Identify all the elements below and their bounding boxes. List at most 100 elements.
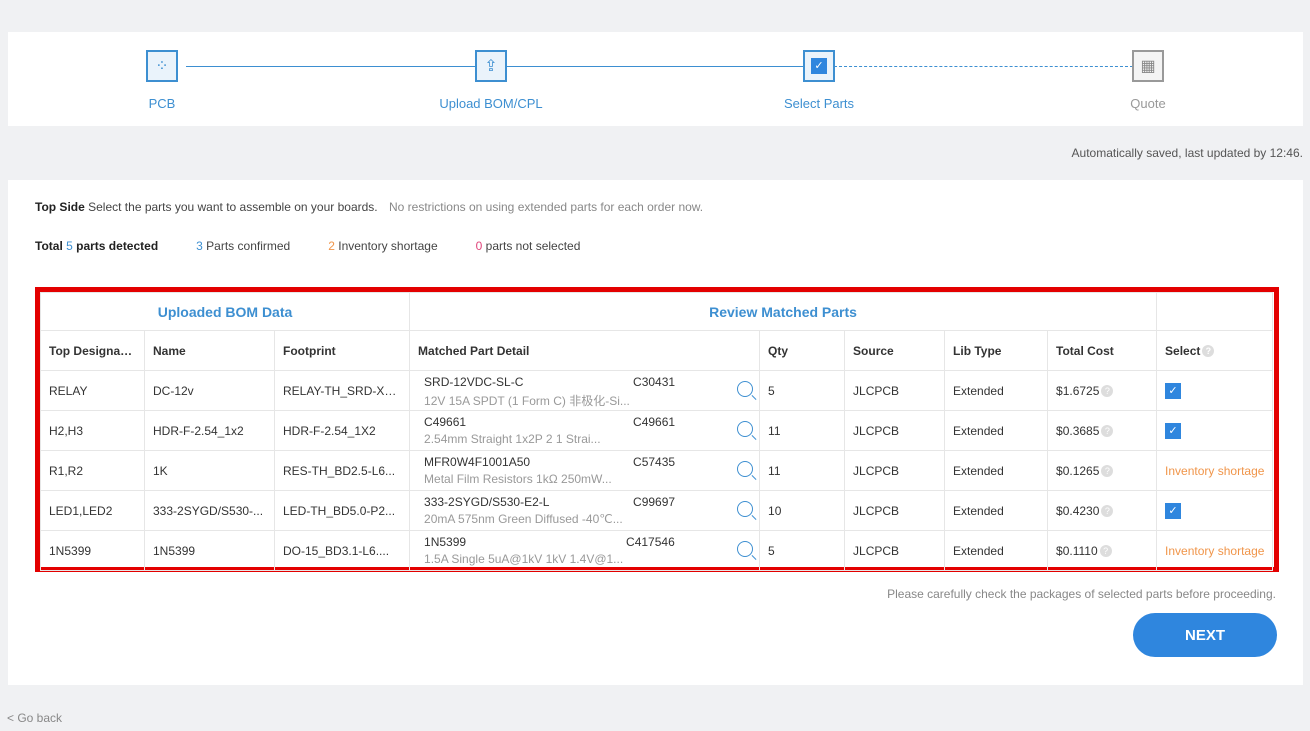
source: JLCPCB bbox=[844, 450, 946, 491]
step-upload[interactable]: ⇪ Upload BOM/CPL bbox=[411, 50, 571, 111]
source: JLCPCB bbox=[844, 490, 946, 531]
designator: 1N5399 bbox=[40, 530, 145, 571]
footprint: DO-15_BD3.1-L6.... bbox=[273, 530, 411, 571]
part-code: C99697 bbox=[633, 495, 676, 509]
part-number[interactable]: 1N5399 bbox=[424, 535, 466, 549]
total-cost: $1.6725? bbox=[1047, 370, 1158, 411]
part-number[interactable]: SRD-12VDC-SL-C bbox=[424, 375, 523, 389]
table-row: R1,R2 1K RES-TH_BD2.5-L6... MFR0W4F1001A50 C… bbox=[40, 450, 1274, 491]
help-icon[interactable]: ? bbox=[1101, 464, 1114, 477]
calculator-icon: ▦ bbox=[1132, 50, 1164, 82]
step-pcb[interactable]: ⁘ PCB bbox=[82, 50, 242, 111]
part-description: 2.54mm Straight 1x2P 2 1 Strai... bbox=[424, 432, 601, 446]
lib-type: Extended bbox=[944, 450, 1049, 491]
stat-confirmed: 3 Parts confirmed bbox=[196, 239, 291, 253]
part-description: Metal Film Resistors 1kΩ 250mW... bbox=[424, 472, 612, 486]
step-select-parts: ✓ Select Parts bbox=[739, 50, 899, 111]
select-cell: Inventory shortage bbox=[1156, 530, 1274, 571]
upload-icon: ⇪ bbox=[475, 50, 507, 82]
column-header: Matched Part Detail bbox=[409, 330, 761, 371]
parts-table: Uploaded BOM Data Review Matched Parts T… bbox=[39, 292, 1274, 571]
part-number[interactable]: 333-2SYGD/S530-E2-L bbox=[424, 495, 549, 509]
part-description: 20mA 575nm Green Diffused -40℃... bbox=[424, 512, 623, 526]
group-header-matched: Review Matched Parts bbox=[409, 292, 1158, 331]
check-note: Please carefully check the packages of s… bbox=[887, 587, 1276, 601]
select-cell: ✓ bbox=[1156, 410, 1274, 451]
help-icon[interactable]: ? bbox=[1101, 504, 1114, 517]
next-button[interactable]: NEXT bbox=[1133, 613, 1277, 657]
matched-part-detail: 333-2SYGD/S530-E2-L C99697 20mA 575nm Gree… bbox=[409, 490, 761, 531]
matched-part-detail: 1N5399 C417546 1.5A Single 5uA@1kV 1kV 1.4… bbox=[409, 530, 761, 571]
column-header: Total Cost bbox=[1047, 330, 1158, 371]
intro: Top Side Select the parts you want to as… bbox=[35, 200, 703, 214]
column-header: Footprint bbox=[273, 330, 411, 371]
table-row: 1N5399 1N5399 DO-15_BD3.1-L6.... 1N5399 C417… bbox=[40, 530, 1274, 571]
chip-check-icon: ✓ bbox=[803, 50, 835, 82]
source: JLCPCB bbox=[844, 370, 946, 411]
designator: H2,H3 bbox=[40, 410, 145, 451]
matched-part-detail: C49661 C49661 2.54mm Straight 1x2P 2 1 Str… bbox=[409, 410, 761, 451]
search-icon[interactable] bbox=[737, 501, 754, 517]
table-row: H2,H3 HDR-F-2.54_1x2 HDR-F-2.54_1X2 C49661 C… bbox=[40, 410, 1274, 451]
column-header: Select? bbox=[1156, 330, 1274, 371]
select-checkbox[interactable]: ✓ bbox=[1165, 502, 1182, 519]
total-cost: $0.1110? bbox=[1047, 530, 1158, 571]
table-row: LED1,LED2 333-2SYGD/S530-... LED-TH_BD5.0-… bbox=[40, 490, 1274, 531]
notice-text: No restrictions on using extended parts … bbox=[388, 200, 704, 214]
step-label: PCB bbox=[148, 96, 176, 111]
step-label: Select Parts bbox=[783, 96, 855, 111]
column-header: Name bbox=[144, 330, 275, 371]
designator: LED1,LED2 bbox=[40, 490, 145, 531]
source: JLCPCB bbox=[844, 410, 946, 451]
part-code: C417546 bbox=[626, 535, 675, 549]
qty: 5 bbox=[759, 370, 846, 411]
help-icon[interactable]: ? bbox=[1101, 424, 1114, 437]
lib-type: Extended bbox=[944, 370, 1049, 411]
select-checkbox[interactable]: ✓ bbox=[1165, 382, 1182, 399]
parts-panel: Top Side Select the parts you want to as… bbox=[8, 180, 1303, 685]
help-icon[interactable]: ? bbox=[1202, 344, 1215, 357]
footprint: LED-TH_BD5.0-P2... bbox=[273, 490, 411, 531]
qty: 11 bbox=[759, 450, 846, 491]
go-back-link[interactable]: < Go back bbox=[7, 711, 62, 725]
part-number[interactable]: C49661 bbox=[424, 415, 466, 429]
source: JLCPCB bbox=[844, 530, 946, 571]
name: 1N5399 bbox=[144, 530, 275, 571]
help-icon[interactable]: ? bbox=[1101, 384, 1114, 397]
step-label: Upload BOM/CPL bbox=[439, 96, 543, 111]
help-icon[interactable]: ? bbox=[1099, 544, 1112, 557]
instruction-text: Select the parts you want to assemble on… bbox=[88, 200, 378, 214]
column-header: Lib Type bbox=[944, 330, 1049, 371]
total-cost: $0.4230? bbox=[1047, 490, 1158, 531]
step-quote: ▦ Quote bbox=[1068, 50, 1228, 111]
part-code: C30431 bbox=[633, 375, 676, 389]
part-code: C57435 bbox=[633, 455, 676, 469]
designator: RELAY bbox=[40, 370, 145, 411]
qty: 11 bbox=[759, 410, 846, 451]
highlight-frame: Uploaded BOM Data Review Matched Parts T… bbox=[35, 287, 1279, 572]
search-icon[interactable] bbox=[737, 541, 754, 557]
name: DC-12v bbox=[144, 370, 275, 411]
search-icon[interactable] bbox=[737, 381, 754, 397]
select-cell: Inventory shortage bbox=[1156, 450, 1274, 491]
matched-part-detail: MFR0W4F1001A50 C57435 Metal Film Resistors… bbox=[409, 450, 761, 491]
select-checkbox[interactable]: ✓ bbox=[1165, 422, 1182, 439]
stat-total: Total 5 parts detected bbox=[35, 239, 159, 253]
select-cell: ✓ bbox=[1156, 490, 1274, 531]
name: 333-2SYGD/S530-... bbox=[144, 490, 275, 531]
part-description: 12V 15A SPDT (1 Form C) 非极化-Si... bbox=[424, 394, 630, 408]
footprint: HDR-F-2.54_1X2 bbox=[273, 410, 411, 451]
name: HDR-F-2.54_1x2 bbox=[144, 410, 275, 451]
side-label: Top Side bbox=[35, 200, 85, 214]
pcb-icon: ⁘ bbox=[146, 50, 178, 82]
step-label: Quote bbox=[1130, 96, 1166, 111]
stats-summary: Total 5 parts detected 3 Parts confirmed… bbox=[35, 239, 618, 253]
table-row: RELAY DC-12v RELAY-TH_SRD-XX... SRD-12VDC-S… bbox=[40, 370, 1274, 411]
part-number[interactable]: MFR0W4F1001A50 bbox=[424, 455, 530, 469]
search-icon[interactable] bbox=[737, 461, 754, 477]
lib-type: Extended bbox=[944, 410, 1049, 451]
search-icon[interactable] bbox=[737, 421, 754, 437]
group-header-bom: Uploaded BOM Data bbox=[39, 292, 411, 331]
select-cell: ✓ bbox=[1156, 370, 1274, 411]
column-header: Top Designator bbox=[40, 330, 145, 371]
